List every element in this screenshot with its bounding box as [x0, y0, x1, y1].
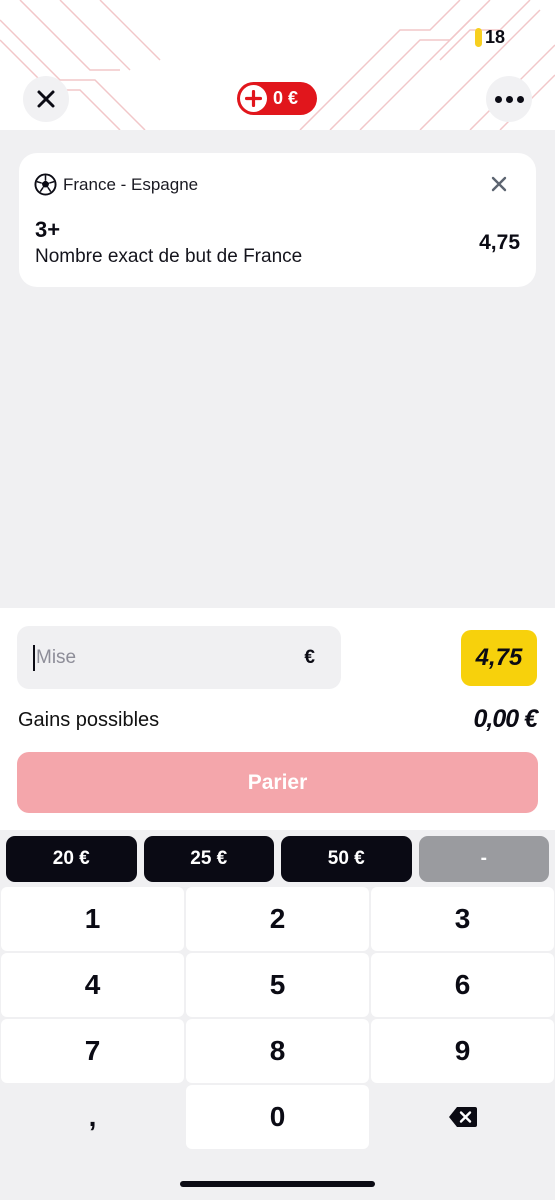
key-3[interactable]: 3 — [371, 887, 554, 951]
more-button[interactable] — [486, 76, 532, 122]
notification-badge: 18 — [474, 27, 505, 48]
balance-button[interactable]: 0 € — [237, 82, 317, 115]
close-icon — [37, 90, 55, 108]
plus-circle-icon — [240, 85, 267, 112]
key-0[interactable]: 0 — [186, 1085, 369, 1149]
gains-value: 0,00 € — [473, 705, 538, 733]
bet-market: Nombre exact de but de France — [35, 246, 303, 267]
stake-placeholder: Mise — [36, 646, 77, 668]
key-comma[interactable]: , — [1, 1085, 184, 1149]
key-5[interactable]: 5 — [186, 953, 369, 1017]
key-9[interactable]: 9 — [371, 1019, 554, 1083]
badge-pill-icon — [474, 28, 482, 47]
close-icon — [491, 176, 507, 192]
key-7[interactable]: 7 — [1, 1019, 184, 1083]
numeric-keypad: 1 2 3 4 5 6 7 8 9 , 0 — [0, 887, 555, 1151]
match-row: France - Espagne — [34, 173, 198, 196]
text-cursor — [33, 644, 35, 671]
close-button[interactable] — [23, 76, 69, 122]
key-2[interactable]: 2 — [186, 887, 369, 951]
home-indicator — [180, 1181, 375, 1187]
quick-stake-50[interactable]: 50 € — [281, 836, 412, 882]
badge-count: 18 — [484, 27, 505, 47]
stake-input[interactable]: Mise € — [17, 626, 341, 689]
header: 18 0 € — [0, 0, 555, 130]
bet-selection: 3+ — [35, 217, 61, 242]
remove-bet-button[interactable] — [488, 173, 510, 195]
key-1[interactable]: 1 — [1, 887, 184, 951]
key-backspace[interactable] — [371, 1085, 554, 1149]
gains-label: Gains possibles — [18, 709, 160, 731]
more-icon — [494, 95, 524, 103]
quick-stake-row: 20 € 25 € 50 € - — [6, 836, 549, 882]
key-8[interactable]: 8 — [186, 1019, 369, 1083]
place-bet-button[interactable]: Parier — [17, 752, 538, 813]
stake-panel: Mise € 4,75 Gains possibles 0,00 € Parie… — [0, 608, 555, 830]
quick-stake-clear[interactable]: - — [418, 836, 549, 882]
backspace-icon — [448, 1107, 477, 1127]
match-name: France - Espagne — [63, 174, 199, 194]
quick-stake-20[interactable]: 20 € — [6, 836, 137, 882]
key-4[interactable]: 4 — [1, 953, 184, 1017]
quick-stake-25[interactable]: 25 € — [143, 836, 274, 882]
key-6[interactable]: 6 — [371, 953, 554, 1017]
balance-amount: 0 € — [273, 88, 299, 108]
bet-card: France - Espagne 3+ Nombre exact de but … — [19, 153, 536, 287]
currency-symbol: € — [304, 646, 315, 668]
total-odds-badge: 4,75 — [461, 630, 537, 686]
soccer-ball-icon — [34, 173, 57, 196]
bet-odds: 4,75 — [479, 231, 520, 254]
